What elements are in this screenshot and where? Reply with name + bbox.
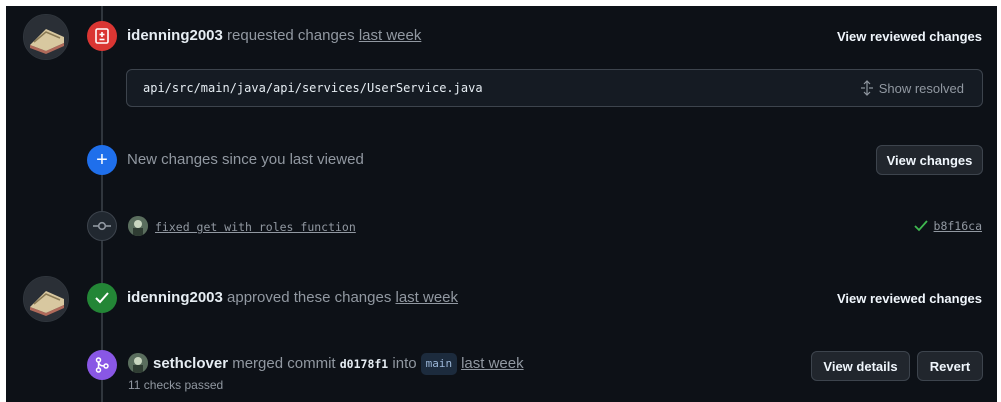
view-reviewed-changes-button[interactable]: View reviewed changes (837, 291, 982, 306)
author-link[interactable]: idenning2003 (127, 27, 223, 44)
merge-into-label: into (392, 355, 417, 372)
file-diff-icon (87, 21, 117, 51)
commit-status: b8f16ca (913, 219, 982, 233)
merge-action: merged commit (232, 355, 336, 372)
git-commit-icon (87, 211, 117, 241)
commit-message-link[interactable]: fixed get with roles function (155, 220, 356, 234)
pr-timeline: idenning2003 requested changes last week… (6, 6, 997, 402)
check-icon[interactable] (913, 220, 928, 232)
commit-sha-link[interactable]: b8f16ca (934, 219, 982, 233)
reviewer-avatar[interactable] (23, 276, 69, 322)
view-reviewed-changes-button[interactable]: View reviewed changes (837, 29, 982, 44)
show-resolved-label: Show resolved (878, 80, 964, 96)
timestamp-link[interactable]: last week (396, 289, 459, 306)
branch-name[interactable]: main (420, 353, 458, 375)
merger-link[interactable]: sethclover (153, 355, 228, 372)
merger-avatar[interactable] (128, 353, 148, 373)
check-icon (87, 283, 117, 313)
merge-commit-link[interactable]: d0178f1 (340, 357, 388, 371)
file-path-link[interactable]: api/src/main/java/api/services/UserServi… (143, 81, 483, 95)
view-changes-button[interactable]: View changes (876, 145, 983, 175)
review-action: requested changes (227, 27, 355, 44)
author-link[interactable]: idenning2003 (127, 289, 223, 306)
git-merge-icon (87, 350, 117, 380)
timestamp-link[interactable]: last week (461, 355, 524, 372)
show-resolved-button[interactable]: Show resolved (860, 80, 964, 96)
timeline-line (101, 6, 103, 402)
review-file-box: api/src/main/java/api/services/UserServi… (126, 69, 983, 107)
commit-author-avatar[interactable] (128, 216, 148, 236)
merge-summary: sethclover merged commit d0178f1 into mai… (153, 353, 524, 375)
reviewer-avatar[interactable] (23, 14, 69, 60)
review-action: approved these changes (227, 289, 392, 306)
checks-status[interactable]: 11 checks passed (128, 378, 223, 392)
timestamp-link[interactable]: last week (359, 27, 422, 44)
plus-icon: + (87, 145, 117, 175)
revert-button[interactable]: Revert (917, 351, 983, 381)
view-details-button[interactable]: View details (811, 351, 910, 381)
review-summary: idenning2003 approved these changes last… (127, 288, 458, 308)
review-summary: idenning2003 requested changes last week (127, 26, 421, 46)
new-changes-label: New changes since you last viewed (127, 151, 364, 168)
unfold-icon (860, 80, 873, 96)
new-changes-text: New changes since you last viewed (127, 150, 364, 170)
